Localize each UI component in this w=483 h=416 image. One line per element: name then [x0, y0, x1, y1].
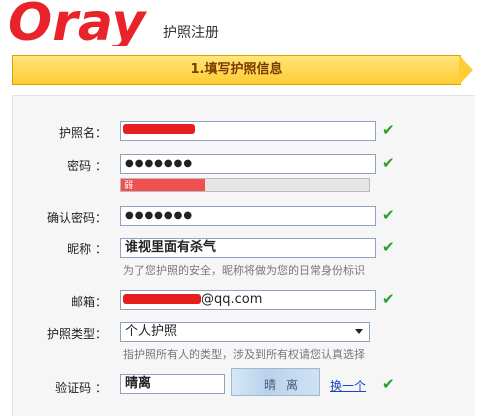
step-title: 1.填写护照信息 — [190, 62, 283, 77]
password-input[interactable]: ●●●●●●● — [120, 154, 376, 174]
check-icon: ✔ — [382, 121, 395, 139]
page-title: 护照注册 — [163, 25, 219, 41]
logo-text: Oray — [8, 0, 147, 46]
nickname-hint: 为了您护照的安全，昵称将做为您的日常身份标识 — [123, 264, 365, 277]
redaction-mark — [123, 124, 195, 134]
password-label: 密码 ： — [67, 159, 107, 173]
captcha-input[interactable]: 晴离 — [120, 374, 225, 394]
step-banner: 1.填写护照信息 — [12, 55, 461, 85]
oray-logo: Oray — [8, 0, 147, 46]
strength-label: 弱 — [124, 181, 134, 191]
passport-type-label: 护照类型： — [46, 327, 107, 341]
confirm-password-label: 确认密码： — [46, 211, 107, 225]
passport-type-value: 个人护照 — [125, 324, 178, 339]
chevron-down-icon — [355, 329, 363, 334]
check-icon: ✔ — [382, 290, 395, 308]
nickname-input[interactable]: 谁视里面有杀气 — [120, 238, 376, 258]
passport-type-hint: 指护照所有人的类型，涉及到所有权请您认真选择 — [123, 348, 365, 361]
passport-type-select[interactable]: 个人护照 — [120, 322, 370, 342]
email-label: 邮箱： — [70, 295, 107, 309]
check-icon: ✔ — [382, 206, 395, 224]
password-strength-meter: 弱 — [120, 178, 370, 192]
change-captcha-link[interactable]: 换一个 — [330, 377, 366, 394]
check-icon: ✔ — [382, 375, 395, 393]
email-value: @qq.com — [201, 292, 263, 307]
redaction-mark — [123, 294, 201, 304]
strength-fill — [121, 179, 205, 191]
confirm-password-input[interactable]: ●●●●●●● — [120, 206, 376, 226]
captcha-image[interactable]: 晴离 — [231, 368, 320, 396]
check-icon: ✔ — [382, 238, 395, 256]
captcha-text: 晴离 — [264, 378, 309, 392]
nickname-label: 昵称 ： — [67, 242, 107, 256]
check-icon: ✔ — [382, 154, 395, 172]
captcha-label: 验证码 ： — [55, 381, 107, 395]
step-arrow — [459, 55, 473, 85]
passport-name-label: 护照名： — [58, 126, 107, 140]
